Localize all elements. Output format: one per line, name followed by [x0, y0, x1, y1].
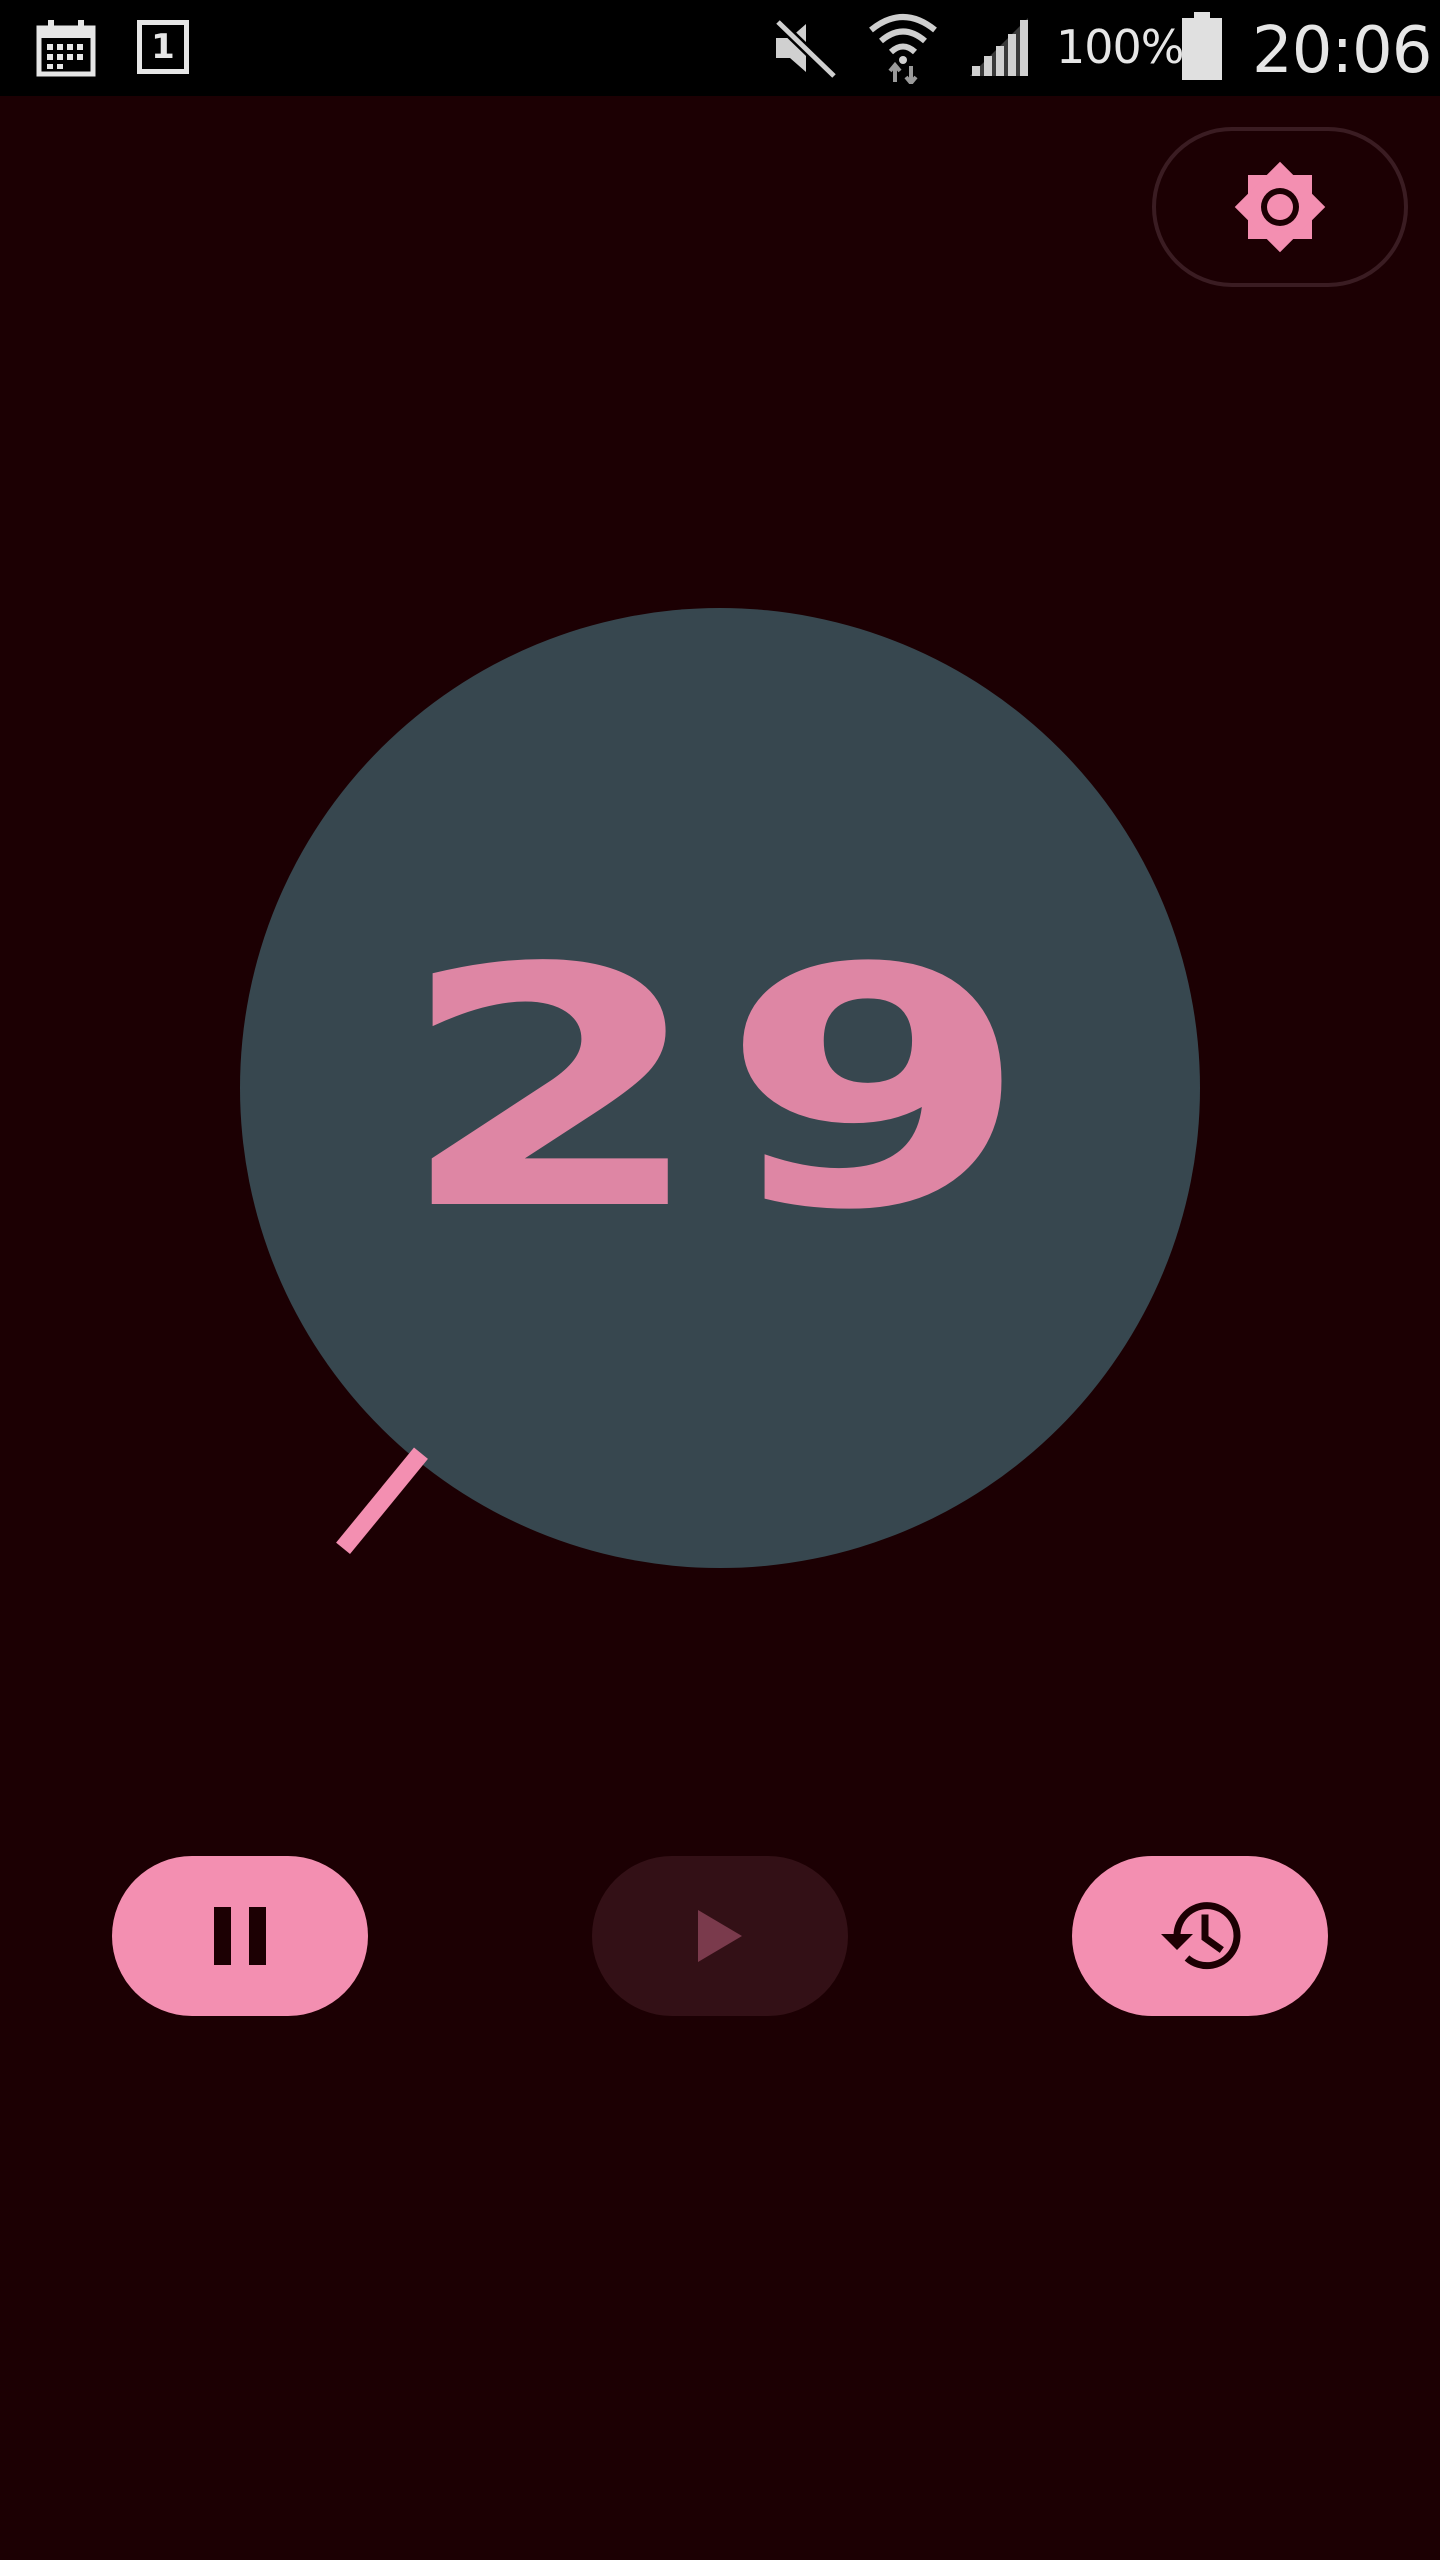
play-button[interactable]	[592, 1856, 848, 2016]
progress-hand	[336, 1447, 428, 1555]
timer-dial[interactable]	[0, 0, 1440, 1700]
timer-screen: 1 100% 20:06 29	[0, 0, 1440, 2560]
timer-value: 29	[396, 898, 1044, 1282]
reset-button[interactable]	[1072, 1856, 1328, 2016]
pause-button[interactable]	[112, 1856, 368, 2016]
pause-icon	[214, 1907, 266, 1965]
restore-history-icon	[1161, 1902, 1241, 1970]
play-icon	[698, 1910, 742, 1962]
